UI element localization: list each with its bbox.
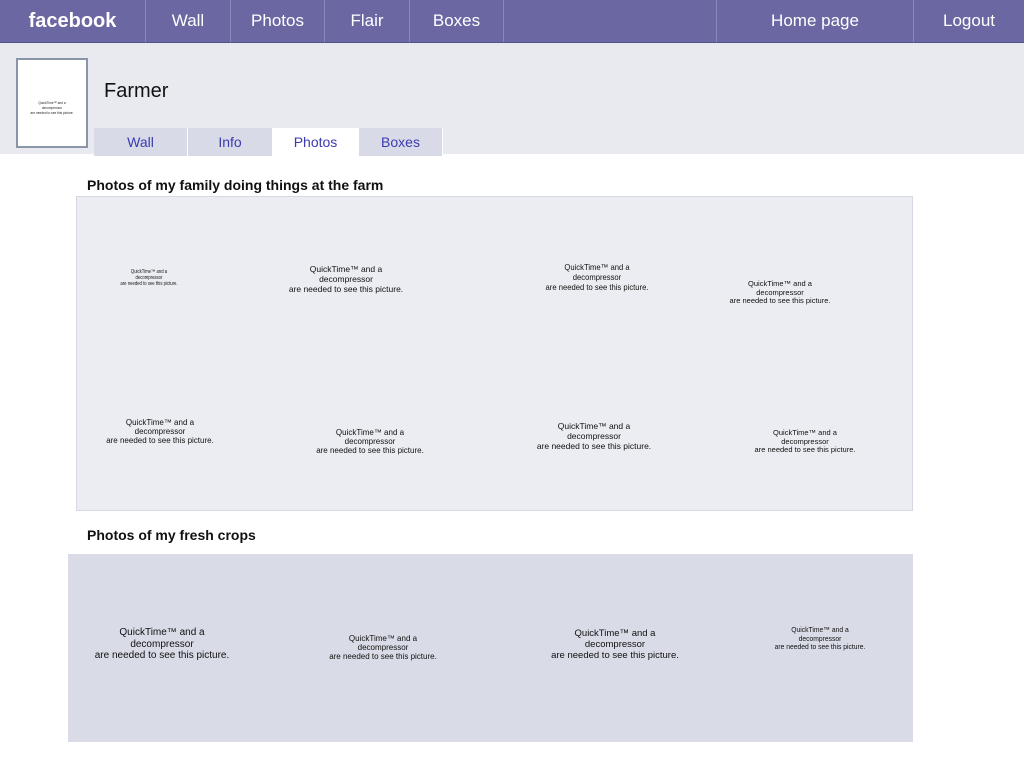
tab-info[interactable]: Info (188, 128, 273, 156)
nav-photos[interactable]: Photos (231, 0, 325, 42)
photo-placeholder[interactable]: QuickTime™ and a decompressor are needed t… (50, 418, 270, 446)
placeholder-text: decompressor (134, 427, 186, 437)
tab-boxes[interactable]: Boxes (359, 128, 443, 156)
photo-placeholder[interactable]: QuickTime™ and a decompressor are needed t… (498, 262, 696, 292)
nav-logout[interactable]: Logout (914, 0, 1024, 42)
placeholder-text: QuickTime™ and a (335, 428, 405, 437)
photo-placeholder[interactable]: QuickTime™ and a decompressor are needed t… (52, 627, 272, 662)
family-photos-heading: Photos of my family doing things at the … (87, 177, 384, 193)
placeholder-text: are needed to see this picture. (536, 440, 652, 451)
photo-placeholder[interactable]: QuickTime™ and a decompressor are needed t… (505, 628, 725, 662)
placeholder-line3: are needed to see this picture. (30, 110, 74, 115)
nav-boxes[interactable]: Boxes (410, 0, 504, 42)
nav-home-page[interactable]: Home page (716, 0, 914, 42)
placeholder-text: are needed to see this picture. (316, 446, 424, 456)
tab-wall[interactable]: Wall (94, 128, 188, 156)
placeholder-text: are needed to see this picture. (94, 650, 230, 661)
photo-placeholder[interactable]: QuickTime™ and a decompressor are needed t… (236, 264, 456, 294)
placeholder-text: are needed to see this picture. (288, 283, 404, 294)
profile-name: Farmer (104, 80, 169, 102)
placeholder-text: are needed to see this picture. (120, 280, 178, 287)
photo-placeholder[interactable]: QuickTime™ and a decompressor are needed t… (695, 428, 915, 455)
crops-photos-heading: Photos of my fresh crops (87, 527, 256, 543)
profile-picture[interactable]: QuickTime™ and a decompressor are needed… (16, 58, 88, 148)
nav-flair[interactable]: Flair (325, 0, 410, 42)
placeholder-text: are needed to see this picture. (551, 649, 679, 661)
tab-photos[interactable]: Photos (273, 128, 359, 156)
placeholder-text: QuickTime™ and a (125, 418, 195, 427)
placeholder-text: are needed to see this picture. (329, 652, 437, 662)
photo-placeholder[interactable]: QuickTime™ and a decompressor are needed t… (273, 634, 493, 662)
placeholder-text: QuickTime™ and a (348, 634, 418, 643)
placeholder-text: are needed to see this picture. (774, 642, 866, 652)
photo-placeholder[interactable]: QuickTime™ and a decompressor are needed t… (56, 269, 243, 287)
photo-placeholder[interactable]: QuickTime™ and a decompressor are needed t… (721, 625, 919, 652)
top-navigation-bar: facebook Wall Photos Flair Boxes Home pa… (0, 0, 1024, 43)
facebook-logo-link[interactable]: facebook (0, 0, 146, 42)
placeholder-text: are needed to see this picture. (754, 445, 856, 455)
photo-placeholder[interactable]: QuickTime™ and a decompressor are needed t… (670, 279, 890, 306)
placeholder-text: are needed to see this picture. (106, 436, 214, 446)
placeholder-text: decompressor (344, 437, 396, 447)
placeholder-text: decompressor (357, 643, 409, 653)
family-photos-album (76, 196, 913, 511)
photo-placeholder[interactable]: QuickTime™ and a decompressor are needed t… (484, 421, 704, 451)
placeholder-text: are needed to see this picture. (545, 281, 649, 292)
placeholder-text: decompressor (130, 638, 194, 650)
placeholder-text: QuickTime™ and a (119, 627, 205, 638)
photo-placeholder[interactable]: QuickTime™ and a decompressor are needed t… (260, 428, 480, 456)
placeholder-text: are needed to see this picture. (729, 296, 831, 306)
nav-wall[interactable]: Wall (146, 0, 231, 42)
